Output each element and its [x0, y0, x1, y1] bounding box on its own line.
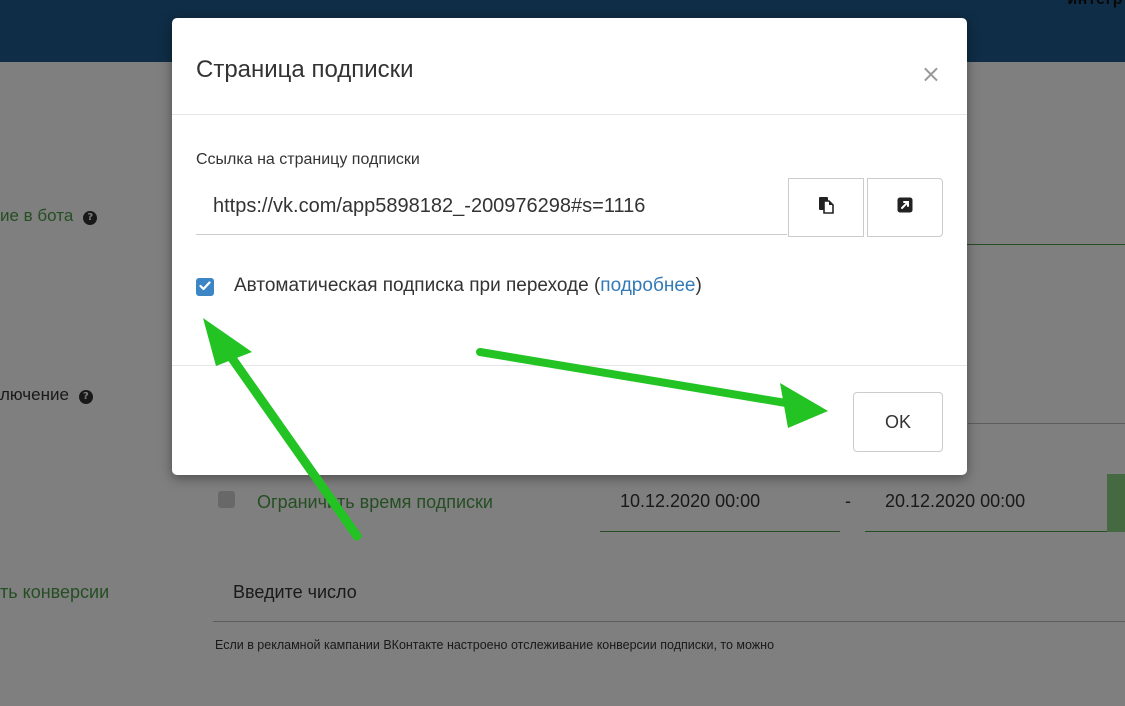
external-link-icon: [897, 197, 913, 218]
modal-header: Страница подписки ×: [172, 18, 967, 115]
auto-subscribe-text-end: ): [695, 275, 702, 296]
auto-subscribe-checkbox[interactable]: [196, 278, 214, 296]
modal-title: Страница подписки: [196, 56, 414, 83]
open-link-button[interactable]: [867, 178, 943, 237]
copy-icon: [818, 196, 834, 219]
auto-subscribe-text: Автоматическая подписка при переходе (: [234, 275, 601, 296]
checkmark-icon: [199, 278, 211, 296]
subscription-link-input[interactable]: [196, 178, 787, 235]
modal-footer: OK: [172, 365, 967, 475]
auto-subscribe-label[interactable]: Автоматическая подписка при переходе (по…: [234, 275, 702, 297]
close-icon[interactable]: ×: [921, 62, 941, 86]
more-info-link[interactable]: подробнее: [600, 275, 695, 296]
subscription-link-label: Ссылка на страницу подписки: [196, 151, 420, 168]
subscription-page-modal: Страница подписки × Ссылка на страницу п…: [172, 18, 967, 475]
copy-link-button[interactable]: [788, 178, 864, 237]
ok-button[interactable]: OK: [853, 392, 943, 452]
